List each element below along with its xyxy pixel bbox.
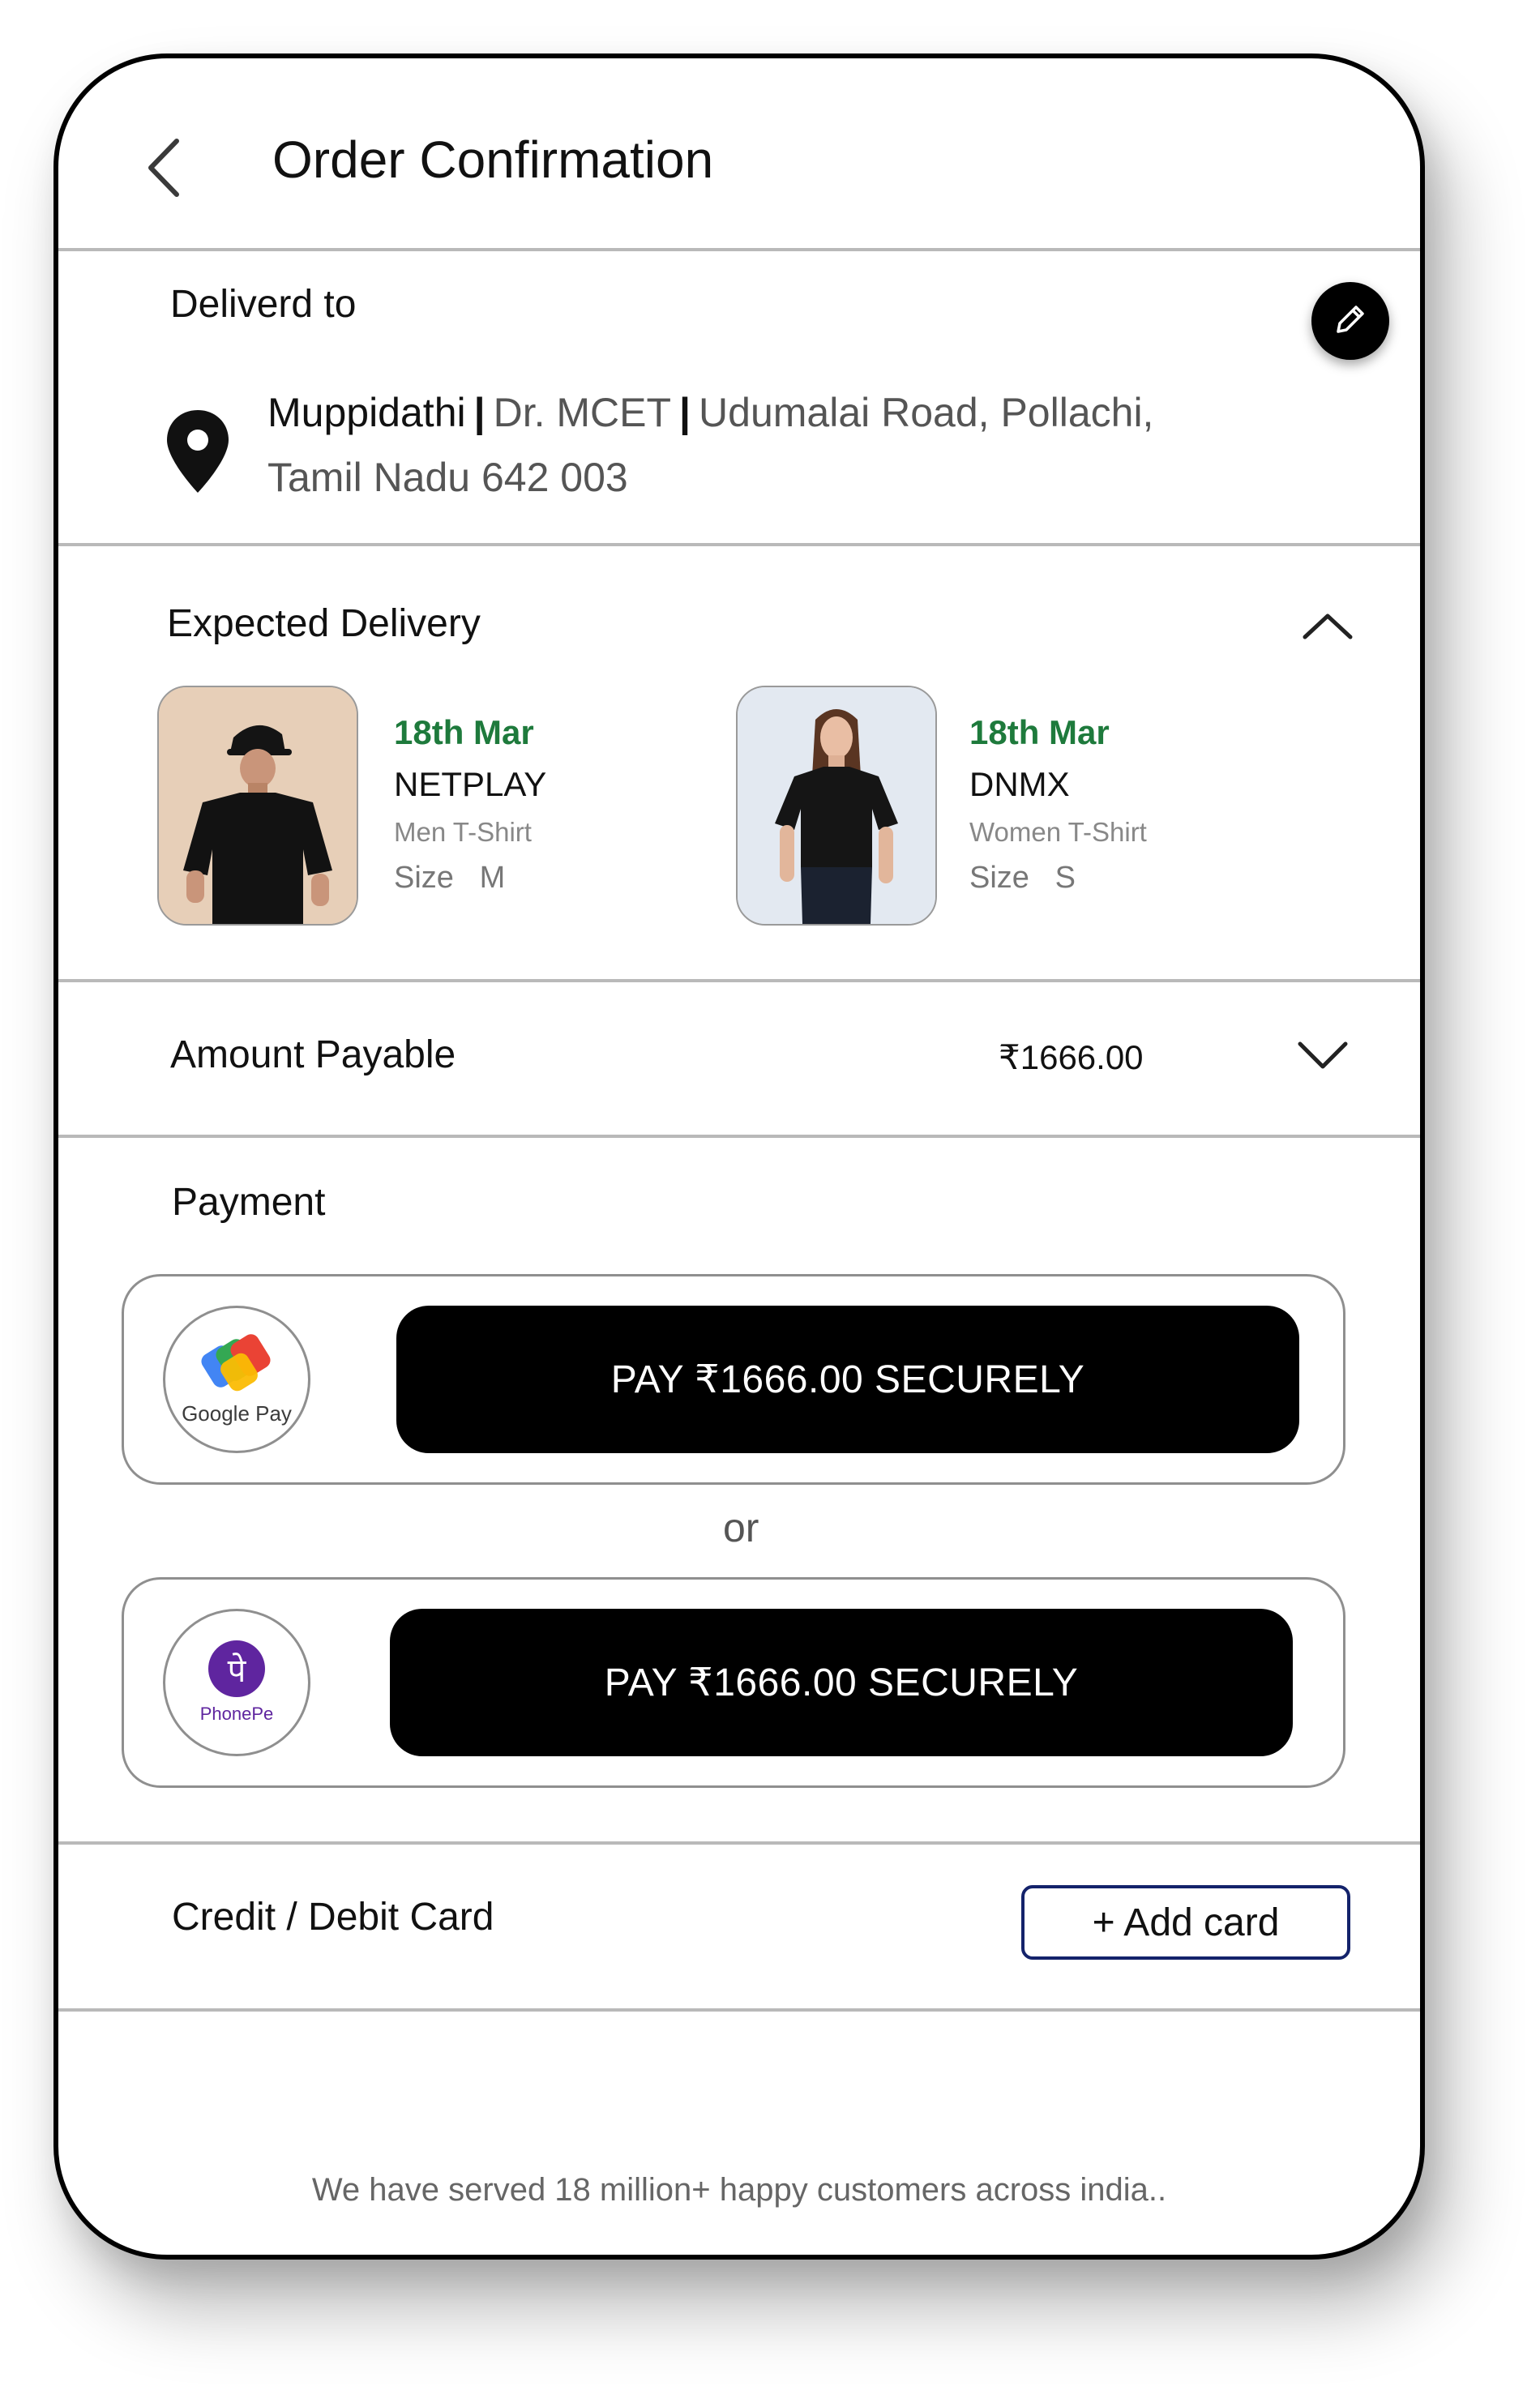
expected-delivery-label: Expected Delivery bbox=[167, 602, 481, 645]
product-brand: NETPLAY bbox=[394, 765, 547, 803]
phonepe-logo: पे PhonePe bbox=[163, 1609, 310, 1756]
separator: | bbox=[473, 390, 486, 435]
credit-debit-card-label: Credit / Debit Card bbox=[172, 1896, 494, 1939]
google-pay-option[interactable]: Google Pay PAY ₹1666.00 SECURELY bbox=[122, 1274, 1345, 1485]
back-chevron-icon[interactable] bbox=[139, 131, 188, 204]
size-label: Size bbox=[394, 861, 454, 895]
expected-divider bbox=[58, 979, 1420, 982]
page-title: Order Confirmation bbox=[272, 130, 714, 189]
google-pay-logo-text: Google Pay bbox=[182, 1400, 292, 1426]
product-brand: DNMX bbox=[969, 765, 1070, 803]
product-type: Women T-Shirt bbox=[969, 817, 1147, 847]
payment-divider bbox=[58, 1841, 1420, 1845]
payment-label: Payment bbox=[172, 1181, 326, 1224]
card-divider bbox=[58, 2008, 1420, 2012]
pay-securely-button-phonepe[interactable]: PAY ₹1666.00 SECURELY bbox=[390, 1609, 1293, 1756]
phonepe-logo-text: PhonePe bbox=[199, 1704, 274, 1724]
product-image-netplay[interactable] bbox=[157, 686, 358, 926]
pay-securely-button-google[interactable]: PAY ₹1666.00 SECURELY bbox=[396, 1306, 1299, 1453]
google-pay-icon bbox=[201, 1333, 271, 1391]
map-pin-icon bbox=[164, 407, 232, 496]
delivered-divider bbox=[58, 543, 1420, 546]
recipient-name: Muppidathi bbox=[267, 390, 466, 435]
edit-address-button[interactable] bbox=[1311, 282, 1389, 360]
google-pay-logo: Google Pay bbox=[163, 1306, 310, 1453]
address-road: Udumalai Road, Pollachi, bbox=[699, 390, 1154, 435]
product-size: Size S bbox=[969, 861, 1076, 896]
pencil-icon bbox=[1330, 299, 1371, 344]
delivered-to-label: Deliverd to bbox=[170, 283, 357, 326]
delivery-date: 18th Mar bbox=[394, 713, 534, 751]
product-size: Size M bbox=[394, 861, 505, 896]
separator: | bbox=[679, 390, 691, 435]
product-image-dnmx[interactable] bbox=[736, 686, 937, 926]
phonepe-icon: पे bbox=[208, 1640, 265, 1697]
delivery-date: 18th Mar bbox=[969, 713, 1110, 751]
chevron-down-icon[interactable] bbox=[1297, 1039, 1349, 1075]
size-value: M bbox=[479, 861, 506, 895]
footer-note: We have served 18 million+ happy custome… bbox=[311, 2172, 1167, 2208]
add-card-button[interactable]: + Add card bbox=[1021, 1885, 1350, 1960]
address-line-1: Muppidathi | Dr. MCET | Udumalai Road, Polla… bbox=[267, 389, 1153, 436]
size-label: Size bbox=[969, 861, 1029, 895]
phonepe-option[interactable]: पे PhonePe PAY ₹1666.00 SECURELY bbox=[122, 1577, 1345, 1788]
address-line-2: Tamil Nadu 642 003 bbox=[267, 455, 628, 500]
chevron-up-icon[interactable] bbox=[1302, 609, 1354, 646]
phone-frame: Order Confirmation Deliverd to Muppidath… bbox=[53, 53, 1425, 2260]
product-type: Men T-Shirt bbox=[394, 817, 532, 847]
or-separator: or bbox=[723, 1505, 759, 1550]
amount-divider bbox=[58, 1135, 1420, 1138]
header-divider bbox=[58, 248, 1420, 251]
size-value: S bbox=[1054, 861, 1076, 895]
amount-payable-label: Amount Payable bbox=[170, 1033, 456, 1076]
address-place: Dr. MCET bbox=[493, 390, 672, 435]
amount-payable-value: ₹1666.00 bbox=[999, 1038, 1144, 1076]
